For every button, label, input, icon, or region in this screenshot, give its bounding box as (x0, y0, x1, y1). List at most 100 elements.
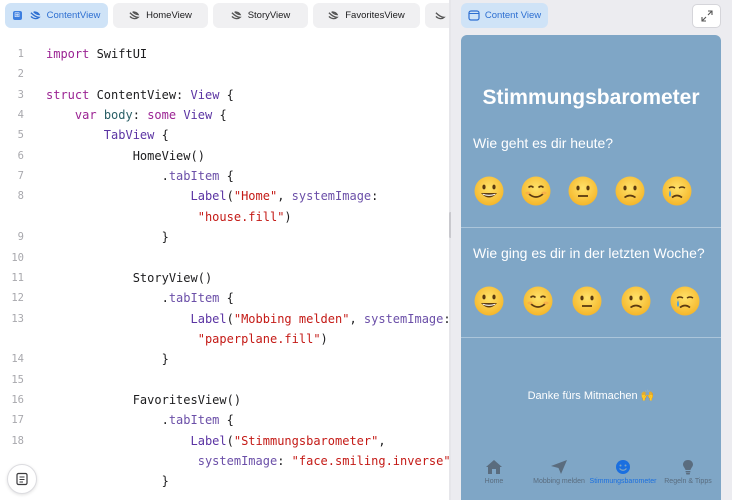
line-number: 3 (17, 88, 24, 101)
code-line[interactable]: 16 FavoritesView() (0, 390, 449, 410)
code-line[interactable]: 17 .tabItem { (0, 410, 449, 430)
code-line[interactable]: 10 (0, 248, 449, 268)
code-line[interactable]: "paperplane.fill") (0, 329, 449, 349)
tab-contentview[interactable]: ⊞ ContentView (5, 3, 108, 28)
code-line[interactable]: 5 TabView { (0, 125, 449, 145)
code-line[interactable]: 1 import SwiftUI (0, 44, 449, 64)
tab-overflow[interactable] (425, 3, 449, 28)
app-tab-stimmungsbarometer[interactable]: Stimmungsbarometer (588, 459, 658, 497)
code-line[interactable]: 12 .tabItem { (0, 288, 449, 308)
emoji-smiling-button[interactable] (520, 175, 552, 207)
code-line[interactable]: 15 (0, 370, 449, 390)
code-text: Label("Stimmungsbarometer", (46, 431, 386, 451)
code-token: ) (284, 209, 292, 224)
code-line[interactable]: 11 StoryView() (0, 268, 449, 288)
code-token: { (212, 108, 227, 123)
code-token: , (378, 433, 386, 448)
line-number: 4 (17, 109, 24, 122)
code-token: { (219, 87, 234, 102)
emoji-slightly-frowning-button[interactable] (620, 285, 652, 317)
code-line[interactable]: 7 .tabItem { (0, 166, 449, 186)
swift-icon (30, 11, 41, 20)
house-icon (486, 460, 502, 474)
line-number: 7 (17, 170, 24, 183)
document-icon (16, 472, 28, 486)
code-token: ( (226, 433, 234, 448)
code-line[interactable]: "house.fill") (0, 207, 449, 227)
line-number: 5 (17, 129, 24, 142)
emoji-grinning-button[interactable] (473, 175, 505, 207)
code-token: View (183, 108, 213, 123)
code-line[interactable]: 8 Label("Home", systemImage: (0, 186, 449, 206)
code-line[interactable]: 13 Label("Mobbing melden", systemImage: (0, 309, 449, 329)
window-icon (468, 10, 480, 21)
emoji-neutral-button[interactable] (571, 285, 603, 317)
app-tab-label: Home (484, 478, 504, 485)
tab-storyview[interactable]: StoryView (213, 3, 308, 28)
code-text: Label("Home", systemImage: (46, 186, 379, 206)
code-token: , (349, 311, 364, 326)
code-editor[interactable]: ⊞ ContentView HomeView StoryView Favorit… (0, 0, 449, 500)
tab-homeview[interactable]: HomeView (113, 3, 208, 28)
emoji-smiling-button[interactable] (522, 285, 554, 317)
emoji-neutral-button[interactable] (567, 175, 599, 207)
code-token: tabItem (168, 169, 220, 184)
app-tab-regeln-tipps[interactable]: Regeln & Tipps (653, 459, 721, 497)
code-token: { (219, 169, 234, 184)
code-token: } (46, 230, 169, 245)
code-token: systemImage (291, 189, 372, 204)
code-line[interactable]: } (0, 471, 449, 491)
code-text: TabView { (46, 125, 169, 145)
code-line[interactable]: 6 HomeView() (0, 146, 449, 166)
expand-button[interactable] (692, 4, 721, 28)
emoji-crying-button[interactable] (661, 175, 693, 207)
code-text: .tabItem { (46, 166, 234, 186)
code-text: systemImage: "face.smiling.inverse") (46, 451, 449, 471)
mood-row-today (461, 175, 721, 215)
code-token: import (46, 47, 90, 61)
code-line[interactable]: 14 } (0, 349, 449, 369)
swift-icon (129, 11, 140, 20)
tab-favoritesview[interactable]: FavoritesView (313, 3, 420, 28)
line-number: 9 (17, 231, 24, 244)
code-token: { (154, 128, 169, 143)
preview-tab-content-view[interactable]: Content View (461, 3, 548, 28)
app-title: Stimmungsbarometer (482, 86, 700, 109)
app-preview: Stimmungsbarometer Wie geht es dir heute… (461, 35, 721, 500)
code-line[interactable]: 3 struct ContentView: View { (0, 85, 449, 105)
code-text: StoryView() (46, 268, 212, 288)
emoji-slightly-frowning-button[interactable] (614, 175, 646, 207)
preview-tab-label: Content View (484, 10, 542, 21)
code-token: HomeView() (46, 148, 205, 163)
code-line[interactable]: 18 Label("Stimmungsbarometer", (0, 431, 449, 451)
code-token: ) (320, 331, 328, 346)
code-token: "Mobbing melden" (233, 311, 350, 326)
code-text: var body: some View { (46, 105, 227, 125)
code-line[interactable]: 2 (0, 64, 449, 84)
code-line[interactable]: 9 } (0, 227, 449, 247)
app-tab-mobbing-melden[interactable]: Mobbing melden (524, 459, 594, 497)
emoji-grinning-button[interactable] (473, 285, 505, 317)
code-text: } (46, 349, 169, 369)
swift-icon (434, 12, 446, 20)
document-button[interactable] (7, 464, 37, 494)
code-line[interactable]: systemImage: "face.smiling.inverse") (0, 451, 449, 471)
app-tab-home[interactable]: Home (461, 459, 529, 497)
code-token: struct (46, 87, 90, 102)
question-week: Wie ging es dir in der letzten Woche? (473, 245, 705, 261)
preview-badge-icon: ⊞ (12, 11, 22, 20)
code-token: SwiftUI (89, 47, 148, 61)
code-token: tabItem (168, 413, 220, 428)
emoji-crying-button[interactable] (669, 285, 701, 317)
app-tab-bar: Home Mobbing melden Stimmungsbarometer R… (461, 455, 721, 500)
code-token: ContentView: (89, 87, 191, 102)
code-text: "house.fill") (46, 207, 292, 227)
code-line[interactable]: 4 var body: some View { (0, 105, 449, 125)
code-token: body (103, 108, 133, 123)
code-token: View (190, 87, 220, 102)
